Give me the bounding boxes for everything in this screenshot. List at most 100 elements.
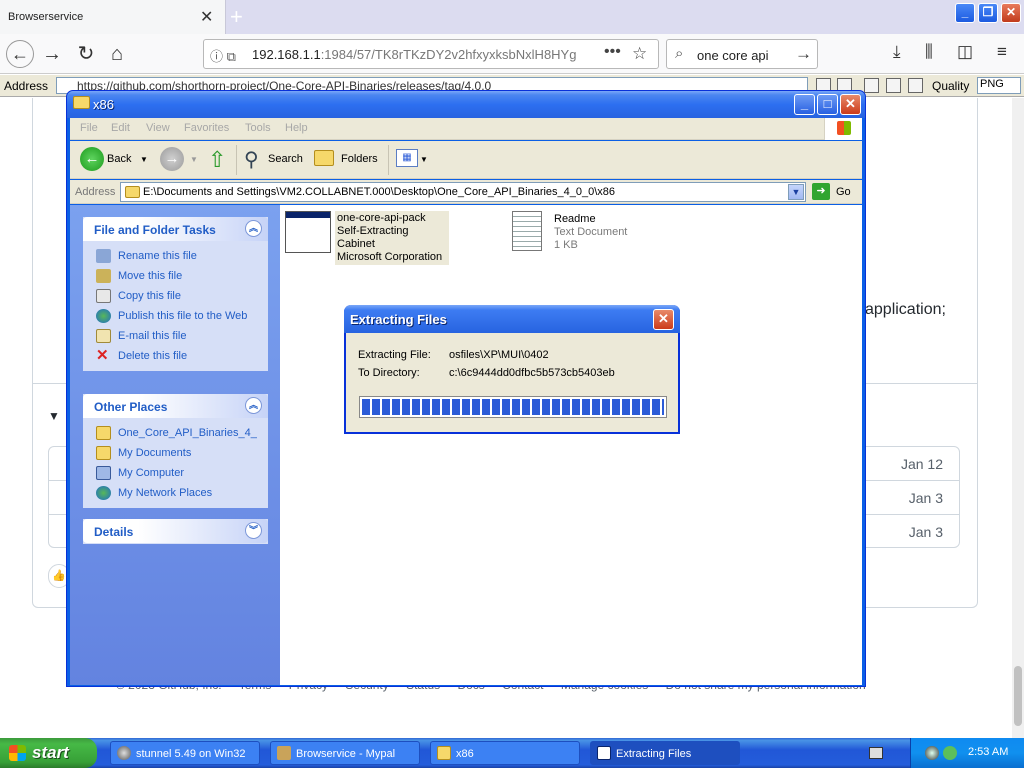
- place-my-computer[interactable]: My Computer: [83, 464, 268, 484]
- email-icon: [96, 329, 111, 343]
- page-scrollbar[interactable]: [1012, 98, 1024, 738]
- search-icon[interactable]: ⚲: [244, 147, 259, 172]
- url-text[interactable]: 192.168.1.1:1984/57/TK8rTKzDY2v2hfxyxksb…: [252, 47, 577, 62]
- forward-arrow-icon[interactable]: →: [38, 40, 66, 68]
- minimize-button[interactable]: _: [794, 94, 815, 115]
- collapse-chevron-icon[interactable]: ︽: [245, 220, 262, 237]
- place-parent-folder[interactable]: One_Core_API_Binaries_4_: [83, 424, 268, 444]
- start-label: start: [32, 743, 69, 762]
- taskbar-item-browser[interactable]: Browservice - Mypal: [270, 741, 420, 765]
- quality-select[interactable]: PNG: [977, 77, 1021, 94]
- address-path: E:\Documents and Settings\VM2.COLLABNET.…: [143, 186, 616, 198]
- toolbar-find-icon[interactable]: [886, 78, 901, 93]
- assets-toggle-icon[interactable]: ▼: [48, 409, 60, 423]
- reload-icon[interactable]: ↻: [72, 40, 100, 68]
- extracting-files-dialog: Extracting Files ✕ Extracting File: osfi…: [344, 305, 680, 434]
- copy-icon: [96, 289, 111, 303]
- address-field[interactable]: E:\Documents and Settings\VM2.COLLABNET.…: [120, 182, 806, 202]
- site-info-icon[interactable]: ⓘ ⧉: [210, 46, 236, 65]
- expand-chevron-icon[interactable]: ︾: [245, 522, 262, 539]
- toolbar-separator: [388, 145, 389, 175]
- views-dropdown-icon[interactable]: ▼: [420, 155, 428, 164]
- new-tab-button[interactable]: +: [230, 4, 243, 30]
- stunnel-icon: [117, 746, 131, 760]
- keyboard-icon[interactable]: [869, 747, 883, 759]
- close-button[interactable]: ✕: [840, 94, 861, 115]
- file-folder-tasks-panel: File and Folder Tasks ︽ Rename this file…: [83, 217, 268, 371]
- toolbar-clipboard-icon[interactable]: [908, 78, 923, 93]
- dialog-titlebar[interactable]: Extracting Files ✕: [344, 305, 680, 333]
- panel-header[interactable]: File and Folder Tasks ︽: [83, 217, 268, 241]
- address-label: Address: [75, 186, 116, 198]
- up-folder-icon[interactable]: ⇧: [208, 147, 226, 173]
- start-button[interactable]: start: [0, 738, 97, 768]
- chevron-down-icon[interactable]: ▼: [788, 184, 804, 200]
- go-button-label[interactable]: Go: [836, 186, 851, 198]
- scrollbar-thumb[interactable]: [1014, 666, 1022, 726]
- forward-dropdown-icon[interactable]: ▼: [190, 155, 198, 164]
- dialog-close-button[interactable]: ✕: [653, 309, 674, 330]
- forward-arrow-icon[interactable]: →: [160, 147, 184, 171]
- task-publish[interactable]: Publish this file to the Web: [83, 307, 268, 327]
- download-icon[interactable]: ⤓: [893, 42, 901, 62]
- task-email[interactable]: E-mail this file: [83, 327, 268, 347]
- browser-maximize-button[interactable]: ❐: [978, 3, 998, 23]
- home-icon[interactable]: ⌂: [103, 40, 131, 68]
- back-arrow-icon[interactable]: ←: [80, 147, 104, 171]
- menu-hamburger-icon[interactable]: ≡: [997, 42, 1007, 62]
- place-my-documents[interactable]: My Documents: [83, 444, 268, 464]
- taskbar-item-explorer[interactable]: x86: [430, 741, 580, 765]
- extracting-file-value: osfiles\XP\MUI\0402: [449, 349, 549, 361]
- tray-stunnel-icon[interactable]: [925, 746, 939, 760]
- collapse-chevron-icon[interactable]: ︽: [245, 397, 262, 414]
- bookmark-star-icon[interactable]: ☆: [632, 44, 647, 64]
- menu-tools[interactable]: Tools: [245, 122, 271, 134]
- back-arrow-icon[interactable]: ←: [6, 40, 34, 68]
- task-copy[interactable]: Copy this file: [83, 287, 268, 307]
- panel-header[interactable]: Details ︾: [83, 519, 268, 543]
- menu-view[interactable]: View: [146, 122, 170, 134]
- browser-close-button[interactable]: ✕: [1001, 3, 1021, 23]
- windows-logo-icon: [824, 118, 862, 140]
- back-dropdown-icon[interactable]: ▼: [140, 155, 148, 164]
- sidebar-icon[interactable]: ◫: [957, 42, 973, 62]
- back-button-label[interactable]: Back: [107, 153, 131, 165]
- task-label: Rename this file: [118, 250, 197, 262]
- folders-button-label[interactable]: Folders: [341, 153, 378, 165]
- task-move[interactable]: Move this file: [83, 267, 268, 287]
- maximize-button[interactable]: □: [817, 94, 838, 115]
- menu-help[interactable]: Help: [285, 122, 308, 134]
- menu-bar: File Edit View Favorites Tools Help: [70, 118, 862, 140]
- library-icon[interactable]: ⫼: [925, 42, 933, 62]
- browser-tab[interactable]: Browserservice ✕: [0, 0, 226, 34]
- address-label: Address: [4, 79, 49, 93]
- toolbar-save-icon[interactable]: [864, 78, 879, 93]
- search-input[interactable]: one core api: [697, 48, 769, 63]
- url-bar[interactable]: ⓘ ⧉ 192.168.1.1:1984/57/TK8rTKzDY2v2hfxy…: [203, 39, 659, 69]
- task-rename[interactable]: Rename this file: [83, 247, 268, 267]
- folder-icon: [73, 96, 90, 109]
- browser-minimize-button[interactable]: _: [955, 3, 975, 23]
- to-directory-value: c:\6c9444dd0dfbc5b573cb5403eb: [449, 367, 615, 379]
- tab-close-icon[interactable]: ✕: [200, 7, 213, 27]
- taskbar-item-extracting[interactable]: Extracting Files: [590, 741, 740, 765]
- page-actions-icon[interactable]: •••: [604, 43, 621, 61]
- explorer-titlebar[interactable]: x86 _ □ ✕: [67, 91, 865, 118]
- views-icon[interactable]: ▦: [396, 149, 418, 167]
- menu-favorites[interactable]: Favorites: [184, 122, 229, 134]
- clock: 2:53 AM: [968, 746, 1009, 758]
- search-go-arrow-icon[interactable]: →: [795, 44, 812, 64]
- folders-icon[interactable]: [314, 150, 334, 166]
- task-delete[interactable]: ✕ Delete this file: [83, 347, 268, 367]
- menu-edit[interactable]: Edit: [111, 122, 130, 134]
- place-label: One_Core_API_Binaries_4_: [118, 427, 257, 439]
- search-button-label[interactable]: Search: [268, 153, 303, 165]
- go-arrow-icon[interactable]: ➜: [812, 183, 830, 200]
- taskbar-item-stunnel[interactable]: stunnel 5.49 on Win32: [110, 741, 260, 765]
- file-type: Text Document: [554, 226, 628, 238]
- menu-file[interactable]: File: [80, 122, 98, 134]
- panel-header[interactable]: Other Places ︽: [83, 394, 268, 418]
- tray-network-icon[interactable]: [943, 746, 957, 760]
- search-bar[interactable]: ⌕ one core api →: [666, 39, 818, 69]
- place-my-network[interactable]: My Network Places: [83, 484, 268, 504]
